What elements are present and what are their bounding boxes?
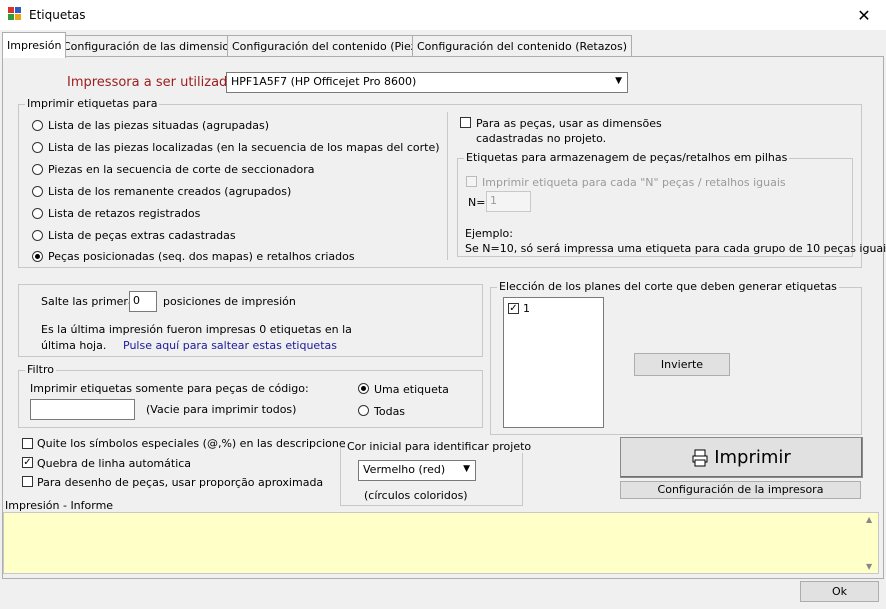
title-bar: Etiquetas ✕ [0, 0, 886, 30]
use-dimensions-label-2: cadastradas no projeto. [476, 132, 607, 145]
radio-label: Lista de los remanente creados (agrupado… [48, 185, 292, 198]
radio-one-label[interactable] [358, 383, 369, 394]
skip-label-after: posiciones de impresión [163, 295, 296, 308]
radio-all-label: Todas [374, 405, 406, 418]
skip-info-1: Es la última impresión fueron impresas 0… [41, 323, 352, 336]
tab-impresion[interactable]: Impresión [2, 32, 67, 58]
divider [447, 112, 448, 260]
color-legend: Cor inicial para identificar projeto [345, 440, 534, 453]
storage-legend: Etiquetas para armazenagem de peças/reta… [464, 151, 790, 164]
per-n-label: Imprimir etiqueta para cada "N" peças / … [482, 176, 786, 189]
radio-label: Peças posicionadas (seq. dos mapas) e re… [48, 250, 355, 263]
report-scrollbar[interactable]: ▲ ▼ [863, 513, 878, 573]
radio-option-2[interactable] [32, 164, 43, 175]
radio-option-5[interactable] [32, 230, 43, 241]
skip-label-before: Salte las primeras [41, 295, 141, 308]
quit-symbols-checkbox[interactable] [22, 438, 33, 449]
radio-label: Lista de retazos registrados [48, 207, 201, 220]
filter-code-input[interactable] [30, 399, 135, 420]
plan-item: 1 [523, 302, 530, 315]
printer-label: Impressora a ser utilizada: [67, 75, 240, 90]
radio-option-4[interactable] [32, 208, 43, 219]
use-dimensions-label: Para as peças, usar as dimensões [476, 117, 662, 130]
per-n-checkbox[interactable] [466, 176, 477, 187]
tab-contenido-piezas[interactable]: Configuración del contenido (Piezas) [227, 35, 439, 57]
radio-option-6[interactable] [32, 251, 43, 262]
line-break-checkbox[interactable]: ✓ [22, 457, 33, 468]
printer-config-button[interactable]: Configuración de la impresora [620, 481, 861, 499]
radio-option-1[interactable] [32, 142, 43, 153]
proportion-label: Para desenho de peças, usar proporção ap… [37, 476, 324, 489]
skip-input[interactable]: 0 [129, 291, 157, 312]
radio-all[interactable] [358, 405, 369, 416]
color-hint: (círculos coloridos) [364, 489, 468, 502]
skip-link[interactable]: Pulse aquí para saltear estas etiquetas [123, 339, 337, 352]
tab-contenido-retazos[interactable]: Configuración del contenido (Retazos) [412, 35, 632, 57]
printer-icon [692, 449, 708, 466]
chevron-down-icon: ▼ [615, 76, 622, 86]
print-labels-legend: Imprimir etiquetas para [25, 97, 160, 110]
example-text: Se N=10, só será impressa uma etiqueta p… [465, 242, 886, 255]
radio-option-0[interactable] [32, 120, 43, 131]
tab-dimensiones[interactable]: Configuración de las dimensiones [58, 35, 254, 57]
plan-checkbox[interactable]: ✓ [508, 303, 519, 314]
app-icon [8, 7, 22, 21]
radio-option-3[interactable] [32, 186, 43, 197]
report-area[interactable] [3, 512, 879, 574]
skip-info-2: última hoja. [41, 339, 107, 352]
ok-button[interactable]: Ok [800, 581, 879, 602]
close-icon: ✕ [857, 5, 871, 25]
plans-list[interactable]: ✓ 1 [503, 297, 604, 428]
radio-label: Lista de las piezas localizadas (en la s… [48, 141, 440, 154]
filter-label: Imprimir etiquetas somente para peças de… [30, 382, 309, 395]
filter-hint: (Vacie para imprimir todos) [146, 403, 297, 416]
invert-button[interactable]: Invierte [634, 353, 730, 376]
report-label: Impresión - Informe [5, 499, 114, 512]
close-button[interactable]: ✕ [842, 0, 886, 30]
proportion-checkbox[interactable] [22, 476, 33, 487]
use-dimensions-checkbox[interactable] [460, 117, 471, 128]
n-label: N= [468, 196, 486, 209]
n-input[interactable]: 1 [486, 191, 531, 212]
radio-label: Lista de peças extras cadastradas [48, 229, 236, 242]
filter-legend: Filtro [25, 363, 56, 376]
printer-select[interactable]: HPF1A5F7 (HP Officejet Pro 8600) ▼ [226, 72, 628, 93]
print-button[interactable]: Imprimir [620, 437, 863, 478]
radio-one-label-text: Uma etiqueta [374, 383, 449, 396]
plans-legend: Elección de los planes del corte que deb… [497, 280, 839, 293]
window-title: Etiquetas [29, 8, 86, 22]
color-select[interactable]: Vermelho (red) ▼ [358, 460, 476, 481]
radio-label: Piezas en la secuencia de corte de secci… [48, 163, 315, 176]
line-break-label: Quebra de linha automática [37, 457, 192, 470]
radio-label: Lista de las piezas situadas (agrupadas) [48, 119, 270, 132]
example-title: Ejemplo: [465, 227, 513, 240]
quit-symbols-label: Quite los símbolos especiales (@,%) en l… [37, 437, 352, 450]
chevron-down-icon: ▼ [463, 464, 470, 474]
